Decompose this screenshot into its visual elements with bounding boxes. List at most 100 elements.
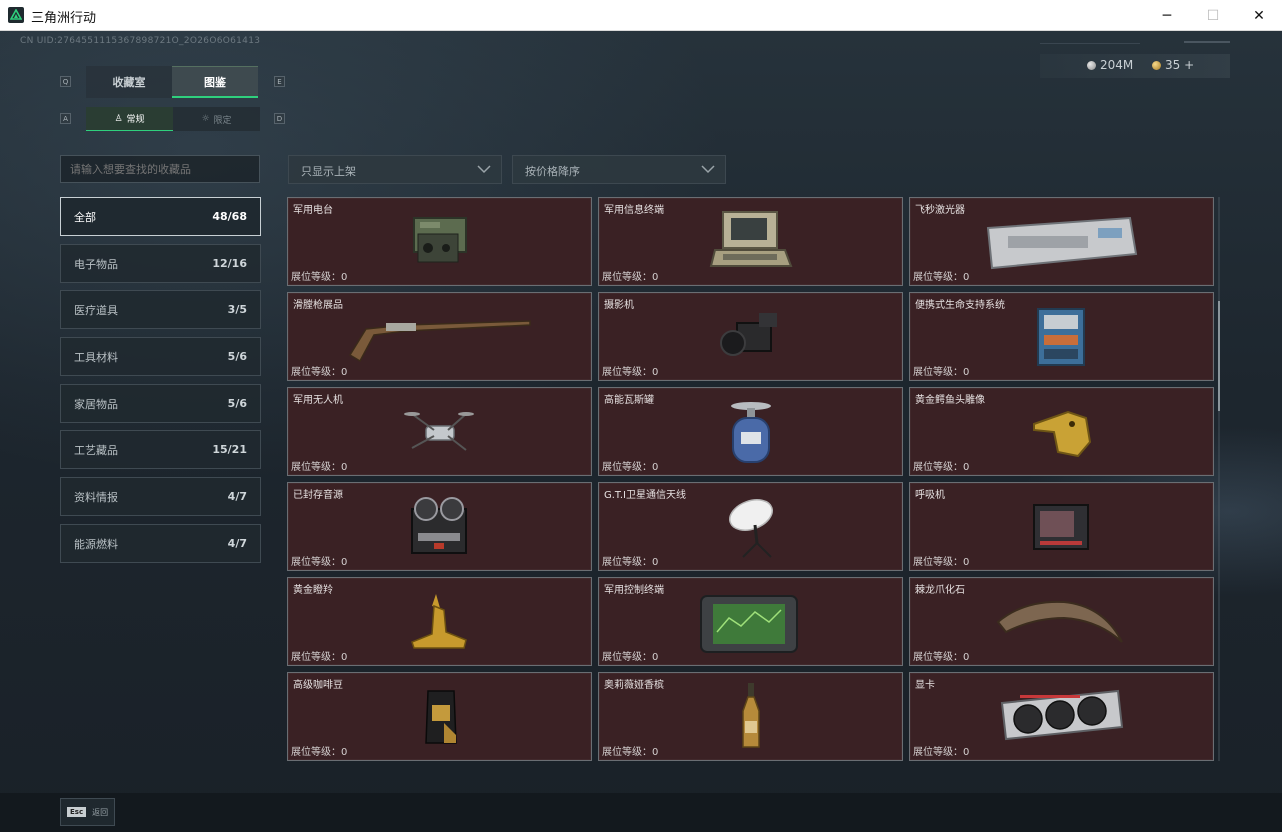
item-level: 展位等级：0 <box>602 272 659 283</box>
filter-dropdown-listed[interactable]: 只显示上架 <box>288 155 502 184</box>
item-card[interactable]: 高能瓦斯罐 展位等级：0 <box>598 387 903 476</box>
item-card[interactable]: 高级咖啡豆 展位等级：0 <box>287 672 592 761</box>
item-card[interactable]: 军用电台 展位等级：0 <box>287 197 592 286</box>
item-card[interactable]: 便携式生命支持系统 展位等级：0 <box>909 292 1214 381</box>
category-count: 12/16 <box>212 257 247 270</box>
category-count: 15/21 <box>212 443 247 456</box>
item-card[interactable]: 军用控制终端 展位等级：0 <box>598 577 903 666</box>
divider <box>1184 41 1230 43</box>
category-count: 4/7 <box>227 490 247 503</box>
window-titlebar: 三角洲行动 ─ ☐ ✕ <box>0 0 1282 31</box>
item-name: 军用控制终端 <box>604 585 664 596</box>
claw-fossil-icon <box>996 600 1123 643</box>
item-card[interactable]: 呼吸机 展位等级：0 <box>909 482 1214 571</box>
item-card[interactable]: 军用无人机 展位等级：0 <box>287 387 592 476</box>
key-hint-q: Q <box>60 76 71 87</box>
item-name: 黄金瞪羚 <box>293 585 333 596</box>
item-card[interactable]: 黄金鳄鱼头雕像 展位等级：0 <box>909 387 1214 476</box>
item-card[interactable]: 已封存音源 展位等级：0 <box>287 482 592 571</box>
item-level: 展位等级：0 <box>602 557 659 568</box>
key-hint-e: E <box>274 76 285 87</box>
back-button[interactable]: Esc 返回 <box>60 798 115 826</box>
category-crafts[interactable]: 工艺藏品 15/21 <box>60 430 261 469</box>
item-name: 摄影机 <box>604 300 634 311</box>
item-level: 展位等级：0 <box>913 462 970 473</box>
item-card[interactable]: 奥莉薇娅香槟 展位等级：0 <box>598 672 903 761</box>
gold-coin-icon <box>1152 60 1161 70</box>
gold-croc-icon <box>1033 410 1092 458</box>
category-label: 电子物品 <box>74 257 118 271</box>
item-card[interactable]: G.T.I卫星通信天线 展位等级：0 <box>598 482 903 571</box>
item-name: 已封存音源 <box>293 490 343 501</box>
gold-amount: 35 + <box>1165 58 1195 72</box>
grid-scrollbar[interactable] <box>1218 197 1220 761</box>
category-label: 全部 <box>74 210 96 224</box>
category-label: 医疗道具 <box>74 303 118 317</box>
category-tools[interactable]: 工具材料 5/6 <box>60 337 261 376</box>
limited-icon: ☼ <box>201 114 210 124</box>
tab-collection-room[interactable]: 收藏室 <box>86 66 172 98</box>
item-level: 展位等级：0 <box>913 747 970 758</box>
control-terminal-icon <box>700 595 798 653</box>
item-level: 展位等级：0 <box>602 462 659 473</box>
minimize-button[interactable]: ─ <box>1144 0 1190 31</box>
item-name: 高级咖啡豆 <box>293 680 343 691</box>
item-name: 黄金鳄鱼头雕像 <box>915 395 985 406</box>
item-name: 滑膛枪展品 <box>293 300 343 311</box>
scrollbar-thumb[interactable] <box>1218 301 1220 411</box>
item-card[interactable]: 摄影机 展位等级：0 <box>598 292 903 381</box>
category-label: 资料情报 <box>74 490 118 504</box>
reel-recorder-icon <box>411 497 467 554</box>
item-level: 展位等级：0 <box>291 652 348 663</box>
life-support-icon <box>1037 308 1085 366</box>
dropdown-label: 按价格降序 <box>525 165 580 178</box>
musket-icon <box>348 320 531 363</box>
category-medical[interactable]: 医疗道具 3/5 <box>60 290 261 329</box>
laptop-terminal-icon <box>709 211 793 267</box>
regular-icon: ♙ <box>114 113 123 124</box>
item-card[interactable]: 飞秒激光器 展位等级：0 <box>909 197 1214 286</box>
tab-encyclopedia[interactable]: 图鉴 <box>172 66 258 98</box>
item-level: 展位等级：0 <box>913 272 970 283</box>
item-level: 展位等级：0 <box>602 367 659 378</box>
subtab-label: 限定 <box>213 115 232 126</box>
category-count: 3/5 <box>227 303 247 316</box>
category-household[interactable]: 家居物品 5/6 <box>60 384 261 423</box>
esc-key-hint: Esc <box>67 807 87 817</box>
item-card[interactable]: 黄金瞪羚 展位等级：0 <box>287 577 592 666</box>
item-name: G.T.I卫星通信天线 <box>604 490 686 501</box>
category-intel[interactable]: 资料情报 4/7 <box>60 477 261 516</box>
item-level: 展位等级：0 <box>602 747 659 758</box>
sort-dropdown-price[interactable]: 按价格降序 <box>512 155 726 184</box>
item-card[interactable]: 棘龙爪化石 展位等级：0 <box>909 577 1214 666</box>
item-card[interactable]: 军用信息终端 展位等级：0 <box>598 197 903 286</box>
window-title: 三角洲行动 <box>31 11 97 26</box>
search-input[interactable] <box>60 155 260 183</box>
item-level: 展位等级：0 <box>291 462 348 473</box>
item-level: 展位等级：0 <box>291 747 348 758</box>
category-energy[interactable]: 能源燃料 4/7 <box>60 524 261 563</box>
silver-amount: 204M <box>1100 58 1134 72</box>
item-name: 呼吸机 <box>915 490 945 501</box>
app-logo-icon <box>8 7 24 23</box>
item-name: 高能瓦斯罐 <box>604 395 654 406</box>
category-electronics[interactable]: 电子物品 12/16 <box>60 244 261 283</box>
uid-label: CN UID:2764551115367898721O_2O26O6O61413 <box>20 36 261 46</box>
item-card[interactable]: 显卡 展位等级：0 <box>909 672 1214 761</box>
item-name: 奥莉薇娅香槟 <box>604 680 664 691</box>
category-all[interactable]: 全部 48/68 <box>60 197 261 236</box>
item-level: 展位等级：0 <box>291 557 348 568</box>
category-count: 5/6 <box>227 350 247 363</box>
champagne-icon <box>742 683 760 748</box>
camera-icon <box>720 313 777 356</box>
item-name: 飞秒激光器 <box>915 205 965 216</box>
subtab-limited[interactable]: ☼ 限定 <box>173 107 260 131</box>
subtab-label: 常规 <box>126 115 145 125</box>
maximize-button[interactable]: ☐ <box>1190 0 1236 31</box>
category-label: 能源燃料 <box>74 537 118 551</box>
coffee-bag-icon <box>425 690 457 744</box>
item-card[interactable]: 滑膛枪展品 展位等级：0 <box>287 292 592 381</box>
subtab-regular[interactable]: ♙ 常规 <box>86 107 173 131</box>
gold-currency[interactable]: 35 + <box>1152 58 1194 72</box>
close-button[interactable]: ✕ <box>1236 0 1282 31</box>
